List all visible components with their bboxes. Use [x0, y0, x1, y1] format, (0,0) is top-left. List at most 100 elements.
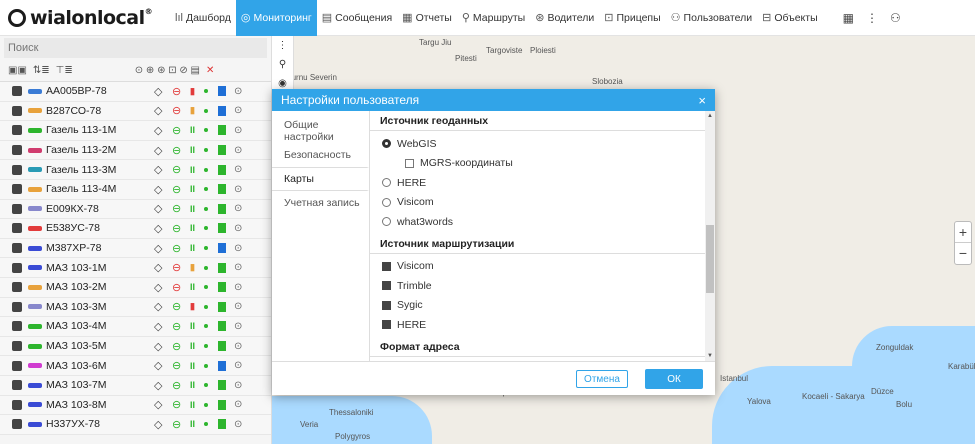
geo-option-here[interactable]: HERE — [370, 173, 705, 193]
checkbox-checked-icon[interactable] — [12, 301, 22, 312]
nav-item[interactable]: lıl Дашборд — [170, 0, 236, 36]
scroll-down-icon[interactable]: ▼ — [706, 353, 714, 359]
locate-icon[interactable]: ◇ — [154, 85, 172, 98]
checkbox-checked-icon[interactable] — [12, 419, 22, 430]
locate-icon[interactable]: ◇ — [154, 300, 172, 313]
checkbox-checked-icon[interactable] — [382, 300, 391, 310]
unit-row[interactable]: Е538УС-78 ◇ ⊖ II ⊙ — [0, 219, 271, 239]
dialog-tab[interactable]: Учетная запись — [272, 191, 369, 215]
locate-icon[interactable]: ◇ — [154, 144, 172, 157]
checkbox-checked-icon[interactable] — [12, 184, 22, 195]
ok-button[interactable]: ОК — [645, 369, 703, 389]
checkbox-checked-icon[interactable] — [12, 223, 22, 234]
locate-icon[interactable]: ◇ — [154, 340, 172, 353]
locate-icon[interactable]: ◇ — [154, 242, 172, 255]
checkbox-icon[interactable] — [405, 158, 414, 168]
unit-row[interactable]: МАЗ 103-5М ◇ ⊖ II ⊙ — [0, 336, 271, 357]
locate-icon[interactable]: ◇ — [154, 359, 172, 372]
more-icon[interactable]: ⋮ — [272, 40, 293, 51]
locate-icon[interactable]: ◇ — [154, 124, 172, 137]
nav-item[interactable]: ⚇ Пользователи — [666, 0, 757, 36]
route-option-sygic[interactable]: Sygic — [370, 296, 705, 316]
unit-row[interactable]: Н337УХ-78 ◇ ⊖ II ⊙ — [0, 415, 271, 435]
command-icon[interactable]: ⊙ — [234, 223, 242, 234]
checkbox-checked-icon[interactable] — [12, 262, 22, 273]
dialog-tab[interactable]: Общие настройки — [272, 119, 369, 143]
geo-option-visicom[interactable]: Visicom — [370, 193, 705, 213]
checkbox-checked-icon[interactable] — [12, 321, 22, 332]
command-icon[interactable]: ⊙ — [234, 399, 242, 410]
geo-option-webgis[interactable]: WebGIS — [370, 134, 705, 154]
checkbox-checked-icon[interactable] — [12, 360, 22, 371]
locate-icon[interactable]: ◇ — [154, 163, 172, 176]
search-box[interactable] — [4, 38, 267, 58]
command-icon[interactable]: ⊙ — [234, 282, 242, 293]
checkbox-checked-icon[interactable] — [12, 380, 22, 391]
unit-row[interactable]: Газель 113-4М ◇ ⊖ II ⊙ — [0, 179, 271, 200]
apps-icon[interactable]: ▦ — [843, 11, 854, 25]
locate-icon[interactable]: ◇ — [154, 104, 172, 117]
geo-option-mgrs[interactable]: MGRS-координаты — [370, 154, 705, 174]
locate-icon[interactable]: ◇ — [154, 379, 172, 392]
checkbox-checked-icon[interactable] — [12, 282, 22, 293]
radio-icon[interactable] — [382, 178, 391, 188]
checkbox-checked-icon[interactable] — [12, 164, 22, 175]
command-icon[interactable]: ⊙ — [234, 360, 242, 371]
route-option-trimble[interactable]: Trimble — [370, 276, 705, 296]
geo-option-what3words[interactable]: what3words — [370, 212, 705, 232]
checkbox-checked-icon[interactable] — [382, 261, 391, 271]
close-icon[interactable]: × — [698, 93, 706, 108]
unit-row[interactable]: МАЗ 103-2М ◇ ⊖ II ⊙ — [0, 277, 271, 298]
command-icon[interactable]: ⊙ — [234, 380, 242, 391]
unit-row[interactable]: В287СО-78 ◇ ⊖ ▮ ⊙ — [0, 101, 271, 122]
logo[interactable]: wialonlocal® — [0, 7, 170, 29]
locate-icon[interactable]: ◇ — [154, 398, 172, 411]
locate-icon[interactable]: ◇ — [154, 183, 172, 196]
scroll-thumb[interactable] — [706, 225, 714, 293]
check-all-icon[interactable]: ▣▣ — [8, 65, 27, 76]
user-icon[interactable]: ⚇ — [890, 11, 901, 25]
command-icon[interactable]: ⊙ — [234, 184, 242, 195]
checkbox-checked-icon[interactable] — [12, 105, 22, 116]
checkbox-checked-icon[interactable] — [12, 145, 22, 156]
radio-icon[interactable] — [382, 217, 391, 227]
route-option-visicom[interactable]: Visicom — [370, 257, 705, 277]
command-icon[interactable]: ⊙ — [234, 105, 242, 116]
checkbox-checked-icon[interactable] — [12, 399, 22, 410]
unit-row[interactable]: Газель 113-2М ◇ ⊖ II ⊙ — [0, 140, 271, 161]
radio-selected-icon[interactable] — [382, 139, 391, 149]
search-input[interactable] — [8, 42, 248, 54]
unit-row[interactable]: АА005ВР-78 ◇ ⊖ ▮ ⊙ — [0, 82, 271, 102]
sort-icon[interactable]: ⇅≣ — [33, 65, 50, 76]
checkbox-checked-icon[interactable] — [382, 281, 391, 291]
unit-row[interactable]: МАЗ 103-3М ◇ ⊖ ▮ ⊙ — [0, 297, 271, 318]
unit-row[interactable]: МАЗ 103-4М ◇ ⊖ II ⊙ — [0, 317, 271, 337]
locate-icon[interactable]: ◇ — [154, 281, 172, 294]
unit-row[interactable]: М387ХР-78 ◇ ⊖ II ⊙ — [0, 238, 271, 259]
dialog-tab[interactable]: Карты — [272, 167, 369, 191]
locate-icon[interactable]: ◇ — [154, 418, 172, 431]
nav-item[interactable]: ⊡ Прицепы — [599, 0, 665, 36]
unit-row[interactable]: МАЗ 103-6М ◇ ⊖ II ⊙ — [0, 356, 271, 376]
zoom-in-button[interactable]: + — [955, 222, 971, 243]
command-icon[interactable]: ⊙ — [234, 203, 242, 214]
locate-icon[interactable]: ◇ — [154, 222, 172, 235]
filter-icon[interactable]: ⊤≣ — [56, 65, 73, 76]
checkbox-checked-icon[interactable] — [12, 125, 22, 136]
search-icon[interactable]: ⚲ — [272, 59, 293, 70]
locate-icon[interactable]: ◇ — [154, 320, 172, 333]
zoom-out-button[interactable]: − — [955, 243, 971, 264]
command-icon[interactable]: ⊙ — [234, 341, 242, 352]
nav-item[interactable]: ◎ Мониторинг — [235, 0, 317, 36]
checkbox-checked-icon[interactable] — [12, 243, 22, 254]
command-icon[interactable]: ⊙ — [234, 262, 242, 273]
more-icon[interactable]: ⋮ — [866, 11, 878, 25]
unit-row[interactable]: МАЗ 103-7М ◇ ⊖ II ⊙ — [0, 375, 271, 396]
unit-row[interactable]: Газель 113-1М ◇ ⊖ II ⊙ — [0, 121, 271, 141]
unit-row[interactable]: Е009КХ-78 ◇ ⊖ II ⊙ — [0, 199, 271, 220]
command-icon[interactable]: ⊙ — [234, 125, 242, 136]
locate-icon[interactable]: ◇ — [154, 202, 172, 215]
dialog-tab[interactable]: Безопасность — [272, 143, 369, 167]
route-option-here[interactable]: HERE — [370, 315, 705, 335]
column-icons[interactable]: ⊙ ⊕ ⊛ ⊡ ⊘ ▤ — [135, 65, 200, 76]
